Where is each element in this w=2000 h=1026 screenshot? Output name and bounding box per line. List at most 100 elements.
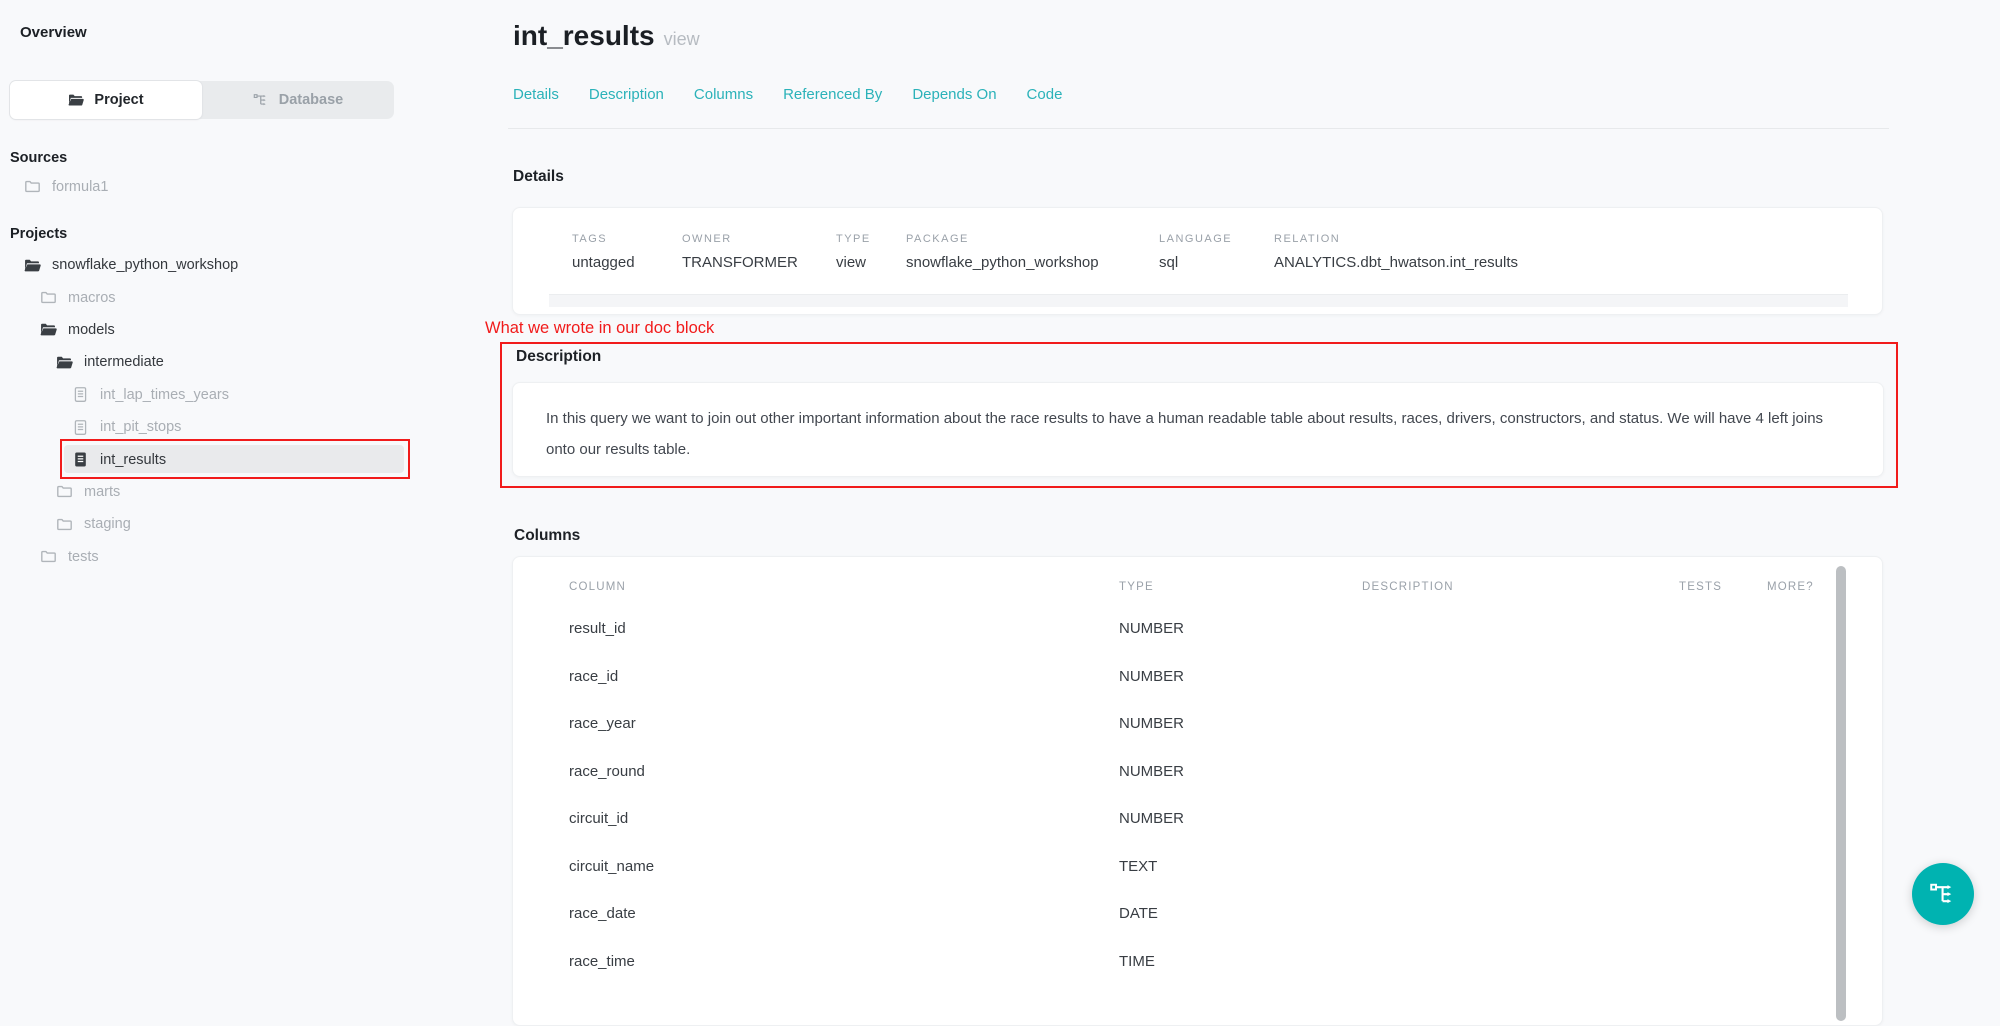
columns-card: COLUMN TYPE DESCRIPTION TESTS MORE? resu…: [512, 556, 1883, 1026]
sources-heading: Sources: [10, 150, 67, 166]
details-field-owner: OWNER TRANSFORMER: [682, 233, 798, 271]
field-label: PACKAGE: [906, 233, 1099, 245]
column-header-type: TYPE: [1119, 581, 1362, 593]
sidebar-item-staging[interactable]: staging: [0, 508, 430, 540]
column-name-cell: race_round: [513, 763, 1119, 780]
toggle-project-label: Project: [94, 92, 143, 108]
table-row-race-date[interactable]: race_date DATE: [513, 890, 1882, 938]
file-solid-icon: [72, 451, 89, 468]
folder-open-icon: [40, 321, 57, 338]
description-section-heading: Description: [516, 348, 601, 366]
column-type-cell: NUMBER: [1119, 715, 1362, 732]
table-row-race-id[interactable]: race_id NUMBER: [513, 653, 1882, 701]
sidebar-item-formula1[interactable]: formula1: [24, 178, 108, 195]
project-tree: snowflake_python_workshop macros models …: [0, 249, 430, 573]
folder-icon: [40, 548, 57, 565]
column-type-cell: NUMBER: [1119, 620, 1362, 637]
source-label: formula1: [52, 179, 108, 195]
table-row-circuit-name[interactable]: circuit_name TEXT: [513, 843, 1882, 891]
column-header-column: COLUMN: [513, 581, 1119, 593]
table-row-result-id[interactable]: result_id NUMBER: [513, 605, 1882, 653]
tab-bar: Details Description Columns Referenced B…: [513, 86, 1062, 103]
table-row-race-year[interactable]: race_year NUMBER: [513, 700, 1882, 748]
column-type-cell: NUMBER: [1119, 810, 1362, 827]
column-name-cell: result_id: [513, 620, 1119, 637]
column-type-cell: TIME: [1119, 953, 1362, 970]
annotation-note: What we wrote in our doc block: [485, 319, 714, 338]
field-value: TRANSFORMER: [682, 254, 798, 271]
tree-item-label: models: [68, 322, 115, 338]
details-footer-strip: [549, 294, 1848, 307]
table-row-circuit-id[interactable]: circuit_id NUMBER: [513, 795, 1882, 843]
file-icon: [72, 386, 89, 403]
file-icon: [72, 419, 89, 436]
toggle-project-button[interactable]: Project: [10, 81, 202, 119]
column-name-cell: circuit_id: [513, 810, 1119, 827]
sidebar-item-int-results[interactable]: int_results: [0, 443, 430, 475]
column-header-tests: TESTS: [1679, 581, 1767, 593]
table-row-race-time[interactable]: race_time TIME: [513, 938, 1882, 986]
column-name-cell: race_date: [513, 905, 1119, 922]
sidebar-item-models[interactable]: models: [0, 314, 430, 346]
details-field-tags: TAGS untagged: [572, 233, 635, 271]
folder-icon: [56, 483, 73, 500]
tree-item-label: macros: [68, 290, 116, 306]
field-label: RELATION: [1274, 233, 1518, 245]
tab-code[interactable]: Code: [1027, 86, 1063, 103]
toggle-database-label: Database: [279, 92, 343, 108]
details-field-package: PACKAGE snowflake_python_workshop: [906, 233, 1099, 271]
column-name-cell: race_time: [513, 953, 1119, 970]
sidebar-item-snowflake-python-workshop[interactable]: snowflake_python_workshop: [0, 249, 430, 281]
page-title: int_resultsview: [513, 20, 700, 52]
column-type-cell: DATE: [1119, 905, 1362, 922]
view-toggle: Project Database: [10, 81, 394, 119]
details-field-type: TYPE view: [836, 233, 871, 271]
field-label: LANGUAGE: [1159, 233, 1232, 245]
projects-heading: Projects: [10, 226, 67, 242]
column-type-cell: NUMBER: [1119, 763, 1362, 780]
tab-depends-on[interactable]: Depends On: [912, 86, 996, 103]
tab-columns[interactable]: Columns: [694, 86, 753, 103]
field-value: ANALYTICS.dbt_hwatson.int_results: [1274, 254, 1518, 271]
field-value: untagged: [572, 254, 635, 271]
toggle-database-button[interactable]: Database: [202, 81, 394, 119]
details-section-heading: Details: [513, 168, 564, 186]
column-name-cell: race_id: [513, 668, 1119, 685]
tree-item-label: intermediate: [84, 354, 164, 370]
details-field-relation: RELATION ANALYTICS.dbt_hwatson.int_resul…: [1274, 233, 1518, 271]
folder-icon: [24, 178, 41, 195]
tab-description[interactable]: Description: [589, 86, 664, 103]
column-type-cell: NUMBER: [1119, 668, 1362, 685]
tree-item-label: snowflake_python_workshop: [52, 257, 238, 273]
sidebar-item-intermediate[interactable]: intermediate: [0, 346, 430, 378]
tree-item-label: int_results: [100, 452, 166, 468]
columns-table-header: COLUMN TYPE DESCRIPTION TESTS MORE?: [513, 581, 1882, 593]
header-divider: [508, 128, 1889, 129]
sidebar-item-tests[interactable]: tests: [0, 541, 430, 573]
sidebar-item-marts[interactable]: marts: [0, 476, 430, 508]
lineage-graph-icon: [253, 92, 269, 108]
column-header-description: DESCRIPTION: [1362, 581, 1679, 593]
model-name: int_results: [513, 20, 655, 51]
field-value: snowflake_python_workshop: [906, 254, 1099, 271]
table-row-race-round[interactable]: race_round NUMBER: [513, 748, 1882, 796]
column-type-cell: TEXT: [1119, 858, 1362, 875]
lineage-graph-icon: [1929, 880, 1957, 908]
sidebar-item-int-lap-times-years[interactable]: int_lap_times_years: [0, 379, 430, 411]
lineage-graph-button[interactable]: [1912, 863, 1974, 925]
folder-icon: [56, 516, 73, 533]
sidebar-item-macros[interactable]: macros: [0, 281, 430, 313]
folder-open-icon: [24, 257, 41, 274]
tab-referenced-by[interactable]: Referenced By: [783, 86, 882, 103]
table-scrollbar-thumb[interactable]: [1836, 566, 1846, 1021]
tree-item-label: tests: [68, 549, 99, 565]
field-label: TYPE: [836, 233, 871, 245]
column-header-more: MORE?: [1767, 581, 1877, 593]
overview-heading: Overview: [20, 24, 87, 41]
tab-details[interactable]: Details: [513, 86, 559, 103]
field-value: sql: [1159, 254, 1232, 271]
sidebar-item-int-pit-stops[interactable]: int_pit_stops: [0, 411, 430, 443]
columns-table-body: result_id NUMBER race_id NUMBER race_yea…: [513, 605, 1882, 985]
field-label: OWNER: [682, 233, 798, 245]
description-card: In this query we want to join out other …: [512, 382, 1884, 477]
